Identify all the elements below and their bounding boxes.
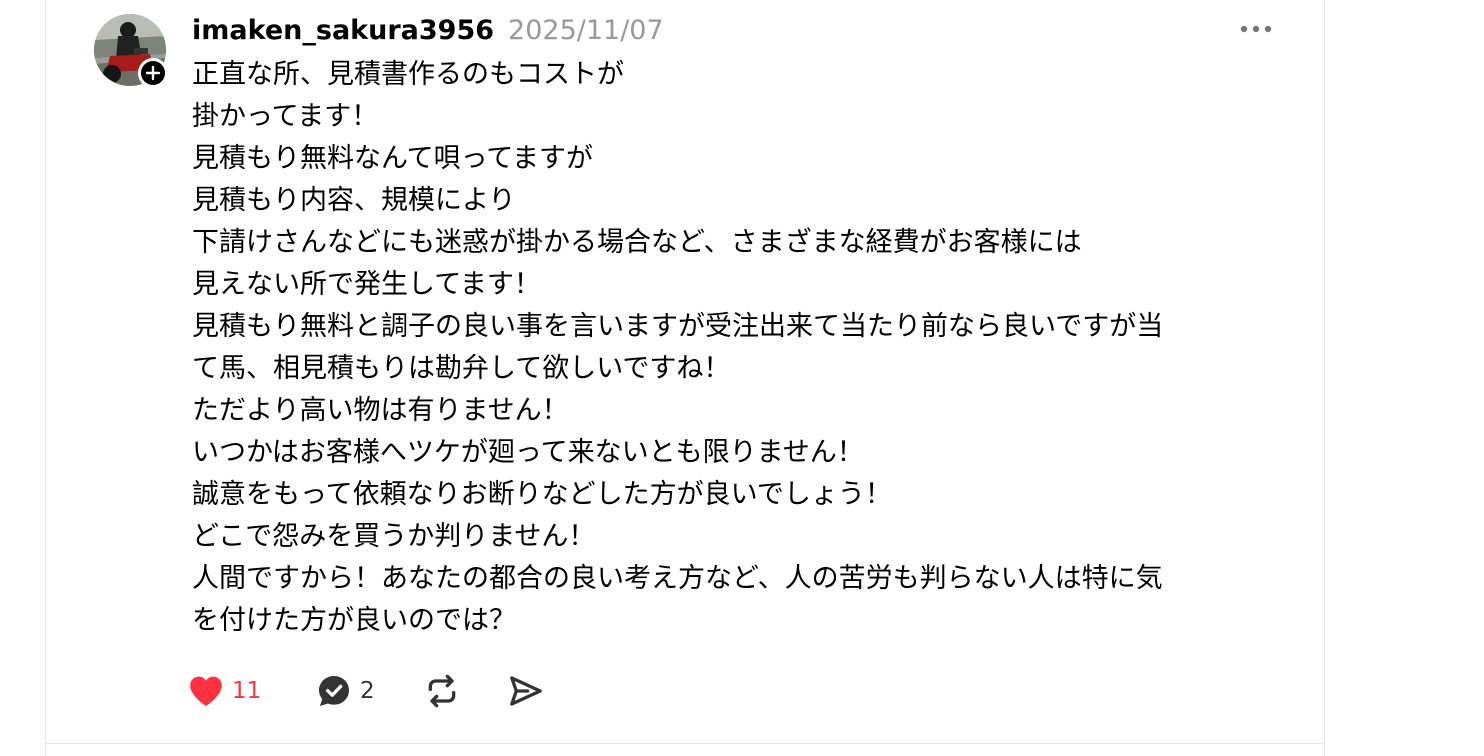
post-text-line: 下請けさんなどにも迷惑が掛かる場合など、さまざまな経費がお客様には	[192, 227, 1082, 258]
comment-count: 2	[360, 678, 375, 704]
comment-icon	[319, 676, 349, 706]
post-actions: 11 2	[186, 668, 566, 714]
username[interactable]: imaken_sakura3956	[192, 15, 494, 46]
post-text-line: 見えない所で発生してます！	[192, 269, 541, 300]
post-text-line: 見積もり無料なんて唄ってますが	[192, 143, 593, 174]
more-dots-icon	[1240, 25, 1272, 33]
heart-icon	[190, 676, 222, 706]
post-text-line: いつかはお客様へツケが廻って来ないとも限りません！	[192, 437, 864, 468]
post-text-line: どこで怨みを買うか判りません！	[192, 521, 596, 552]
post-text-line: 見積もり無料と調子の良い事を言いますが受注出来て当たり前なら良いですが当	[192, 311, 1164, 342]
post-text-line: 見積もり内容、規模により	[192, 185, 516, 216]
post-text-line: 人間ですから！あなたの都合の良い考え方など、人の苦労も判らない人は特に気	[192, 563, 1163, 594]
post-header: imaken_sakura3956 2025/11/07	[192, 10, 664, 50]
plus-icon	[145, 65, 161, 81]
feed-column: imaken_sakura3956 2025/11/07 正直な所、見積書作るの…	[45, 0, 1325, 756]
post-text-line: ただより高い物は有りません！	[192, 395, 569, 426]
post-text-line: 正直な所、見積書作るのもコストが	[192, 59, 624, 90]
comment-button[interactable]: 2	[314, 668, 422, 714]
send-icon	[510, 676, 542, 706]
repost-button[interactable]	[422, 668, 506, 714]
follow-button[interactable]	[138, 58, 168, 88]
like-count: 11	[232, 678, 262, 704]
share-button[interactable]	[506, 668, 566, 714]
avatar-container	[94, 14, 170, 90]
post-text-line: を付けた方が良いのでは？	[192, 605, 516, 636]
post-text-line: 誠意をもって依頼なりお断りなどした方が良いでしょう！	[192, 479, 892, 510]
repost-icon	[428, 674, 456, 708]
more-options-button[interactable]	[1234, 16, 1280, 44]
post-text-line: 掛かってます！	[192, 101, 379, 132]
post-date: 2025/11/07	[508, 14, 664, 46]
post-divider	[46, 743, 1324, 744]
post-text: 正直な所、見積書作るのもコストが 掛かってます！ 見積もり無料なんて唄ってますが…	[192, 54, 1302, 642]
like-button[interactable]: 11	[186, 668, 314, 714]
post-text-line: て馬、相見積もりは勘弁して欲しいですね！	[192, 353, 731, 384]
